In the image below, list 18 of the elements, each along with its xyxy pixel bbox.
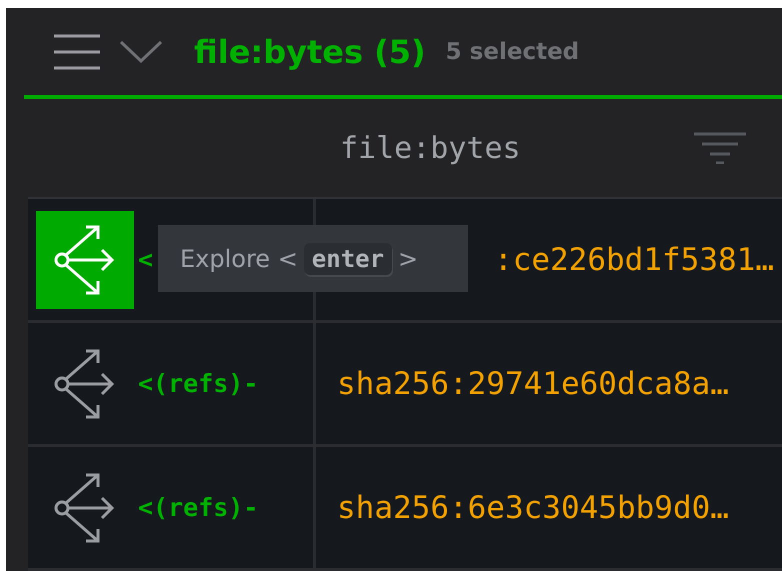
refs-label[interactable]: <(refs)- [138, 369, 258, 398]
branch-arrows-icon [54, 222, 116, 296]
refs-label[interactable]: < [138, 245, 154, 274]
selection-count: 5 selected [446, 38, 580, 64]
panel-title: file:bytes (5) [194, 32, 426, 70]
tooltip-text: > [398, 244, 418, 272]
explore-button[interactable] [36, 210, 134, 308]
hash-value: sha256:29741e60dca8a… [336, 366, 730, 402]
branch-arrows-icon [54, 470, 116, 544]
hash-value: :ce226bd1f5381… [494, 242, 774, 278]
key-hint: enter [304, 242, 392, 274]
branch-arrows-icon [54, 346, 116, 420]
column-header[interactable]: file:bytes [340, 130, 521, 166]
tooltip-text: Explore < [180, 244, 298, 272]
menu-icon[interactable] [54, 34, 100, 70]
chevron-down-icon[interactable] [120, 40, 162, 62]
hash-value: sha256:6e3c3045bb9d0… [336, 490, 730, 526]
refs-label[interactable]: <(refs)- [138, 493, 258, 522]
